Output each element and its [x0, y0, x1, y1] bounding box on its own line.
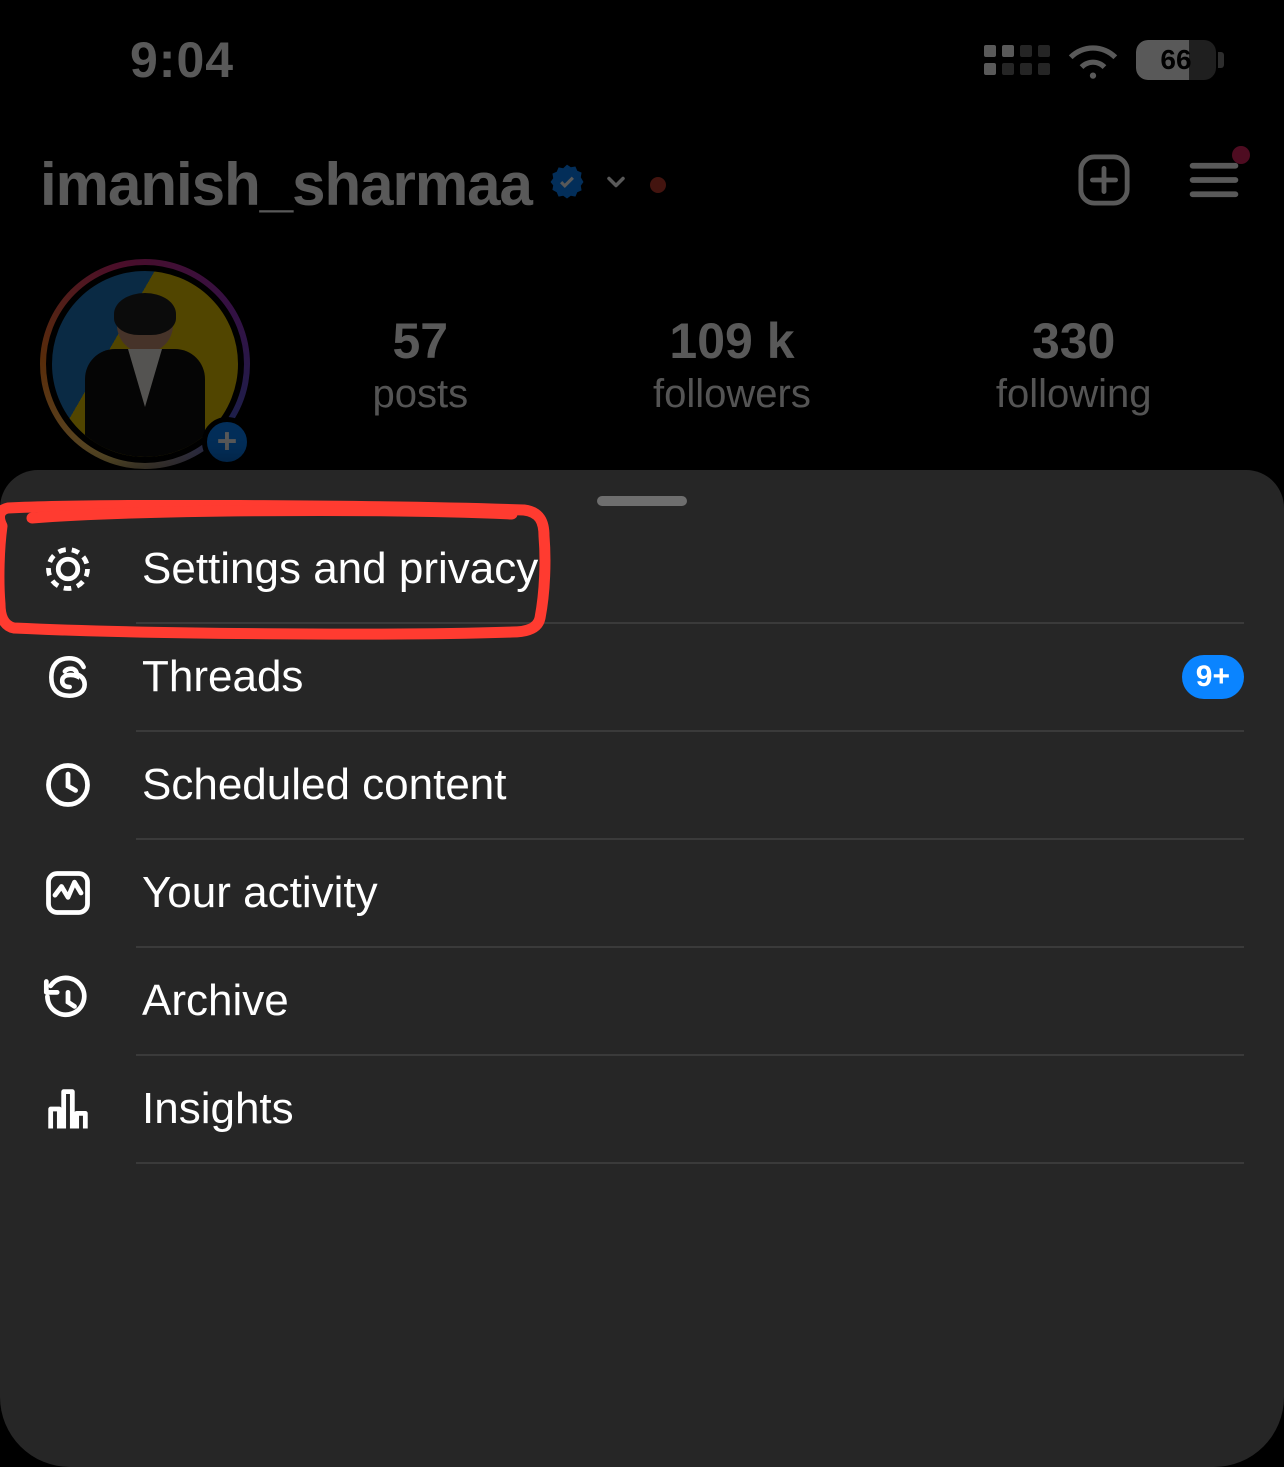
menu-item-scheduled[interactable]: Scheduled content: [40, 732, 1244, 838]
archive-icon: [40, 973, 96, 1029]
activity-icon: [40, 865, 96, 921]
notification-dot-icon: [1232, 146, 1250, 164]
status-bar: 9:04 66: [0, 0, 1284, 120]
notification-dot-icon: [650, 177, 666, 193]
verified-badge-icon: [548, 163, 586, 206]
menu-label: Insights: [142, 1084, 1244, 1134]
insights-icon: [40, 1081, 96, 1137]
menu-item-threads[interactable]: Threads 9+: [40, 624, 1244, 730]
plus-icon: +: [217, 422, 237, 462]
profile-header: imanish_sharmaa: [0, 120, 1284, 219]
menu-button[interactable]: [1184, 150, 1244, 210]
menu-item-insights[interactable]: Insights: [40, 1056, 1244, 1162]
status-time: 9:04: [130, 31, 234, 89]
avatar[interactable]: +: [40, 259, 250, 469]
following-label: following: [996, 372, 1152, 417]
posts-count: 57: [372, 312, 468, 370]
menu-label: Scheduled content: [142, 760, 1244, 810]
wifi-icon: [1068, 41, 1118, 79]
following-stat[interactable]: 330 following: [996, 312, 1152, 417]
posts-label: posts: [372, 372, 468, 417]
following-count: 330: [996, 312, 1152, 370]
menu-label: Archive: [142, 976, 1244, 1026]
chevron-down-icon: [602, 168, 630, 201]
menu-label: Your activity: [142, 868, 1244, 918]
followers-stat[interactable]: 109 k followers: [653, 312, 811, 417]
battery-indicator: 66: [1136, 40, 1224, 80]
options-menu: Settings and privacy Threads 9+ Schedule…: [0, 516, 1284, 1164]
battery-percent: 66: [1136, 40, 1216, 80]
followers-label: followers: [653, 372, 811, 417]
threads-badge: 9+: [1182, 655, 1244, 699]
screen: 9:04 66 imanish_sharmaa: [0, 0, 1284, 1467]
username-switcher[interactable]: imanish_sharmaa: [40, 150, 1244, 219]
posts-stat[interactable]: 57 posts: [372, 312, 468, 417]
username: imanish_sharmaa: [40, 150, 532, 219]
followers-count: 109 k: [653, 312, 811, 370]
gear-icon: [40, 541, 96, 597]
dual-sim-signal-icon: [984, 45, 1050, 75]
add-story-button[interactable]: +: [202, 417, 252, 467]
sheet-grabber[interactable]: [597, 496, 687, 506]
menu-item-settings[interactable]: Settings and privacy: [40, 516, 1244, 622]
status-indicators: 66: [984, 40, 1224, 80]
menu-label: Threads: [142, 652, 1136, 702]
clock-icon: [40, 757, 96, 813]
options-sheet: Settings and privacy Threads 9+ Schedule…: [0, 470, 1284, 1467]
menu-item-activity[interactable]: Your activity: [40, 840, 1244, 946]
threads-icon: [40, 649, 96, 705]
profile-stats-row: + 57 posts 109 k followers 330 following: [0, 219, 1284, 469]
menu-label: Settings and privacy: [142, 544, 1244, 594]
create-button[interactable]: [1074, 150, 1134, 210]
menu-item-archive[interactable]: Archive: [40, 948, 1244, 1054]
